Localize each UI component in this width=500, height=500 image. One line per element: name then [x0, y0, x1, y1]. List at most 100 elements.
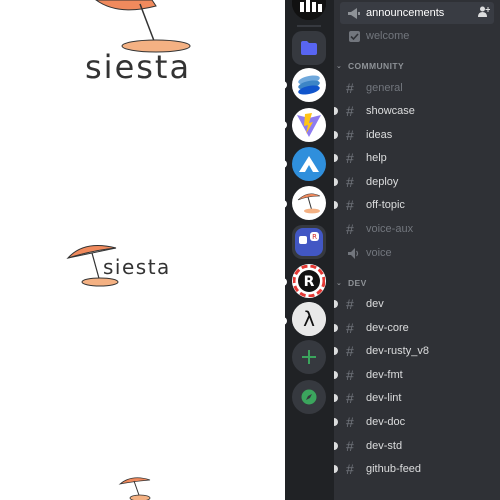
siesta-logo-medium-text: siesta [103, 255, 171, 279]
unread-indicator [334, 154, 338, 162]
unread-indicator [334, 178, 338, 186]
chevron-down-icon: ⌄ [336, 63, 343, 70]
unread-indicator [334, 324, 338, 332]
category-label: DEV [348, 278, 367, 288]
rust-logo-icon: R [293, 265, 325, 297]
server-folder-button[interactable] [292, 31, 326, 65]
channel-label: github-feed [366, 463, 422, 475]
hash-icon: # [346, 414, 354, 430]
hash-icon: # [346, 197, 354, 213]
megaphone-icon [346, 7, 362, 19]
unread-indicator [334, 418, 338, 426]
channel-deploy[interactable]: # deploy [334, 171, 494, 193]
umbrella-logo-small-icon [118, 477, 151, 500]
channel-voice[interactable]: voice [340, 242, 494, 264]
unread-pill [283, 160, 287, 168]
add-member-icon[interactable] [478, 6, 491, 20]
unread-pill [283, 278, 287, 286]
server-rust-button[interactable]: R [292, 264, 326, 298]
channel-off-topic[interactable]: # off-topic [334, 194, 494, 216]
channel-label: general [366, 82, 403, 94]
explore-servers-button[interactable] [292, 380, 326, 414]
hash-icon: # [346, 438, 354, 454]
channel-label: ideas [366, 129, 393, 141]
hash-icon: # [346, 367, 354, 383]
channel-welcome[interactable]: welcome [340, 25, 494, 47]
channel-general[interactable]: # general [340, 77, 494, 99]
rules-checkbox-icon [346, 30, 362, 42]
channel-label: welcome [366, 30, 410, 42]
hash-icon: # [346, 390, 354, 406]
unread-pill [283, 81, 287, 89]
hash-icon: # [346, 127, 354, 143]
server-rail: R R λ [283, 0, 334, 500]
channel-label: dev-std [366, 440, 403, 452]
category-dev[interactable]: ⌄ DEV [336, 278, 367, 288]
add-server-button[interactable] [292, 340, 326, 374]
hash-icon: # [346, 150, 354, 166]
image-canvas: siesta siesta [0, 0, 285, 500]
unread-indicator [334, 131, 338, 139]
channel-help[interactable]: # help [334, 147, 494, 169]
hash-icon: # [346, 103, 354, 119]
pixel-avatar-icon [292, 0, 326, 20]
channel-label: announcements [366, 7, 445, 19]
channel-announcements[interactable]: announcements [340, 2, 494, 24]
channel-label: showcase [366, 105, 415, 117]
channel-label: dev-fmt [366, 369, 403, 381]
unread-pill [283, 317, 287, 325]
channel-ideas[interactable]: # ideas [334, 124, 494, 146]
svg-text:R: R [312, 233, 317, 241]
server-mountain-button[interactable] [292, 147, 326, 181]
vite-logo-icon [297, 113, 321, 137]
server-deno-button[interactable] [292, 68, 326, 102]
chevron-down-icon: ⌄ [336, 280, 343, 287]
unread-indicator [334, 442, 338, 450]
channel-github-feed[interactable]: # github-feed [334, 458, 494, 480]
unread-pill [283, 200, 287, 208]
channel-label: dev-core [366, 322, 409, 334]
channel-label: dev-doc [366, 416, 406, 428]
server-vite-button[interactable] [292, 108, 326, 142]
hash-icon: # [346, 80, 354, 96]
server-lambda-button[interactable]: λ [292, 302, 326, 336]
unread-indicator [334, 371, 338, 379]
channel-label: dev [366, 298, 384, 310]
category-label: COMMUNITY [348, 61, 405, 71]
channel-label: dev-lint [366, 392, 402, 404]
channel-dev-doc[interactable]: # dev-doc [334, 411, 494, 433]
apps-logo-icon: R [295, 228, 323, 256]
lambda-logo-icon: λ [292, 302, 326, 336]
channel-label: voice [366, 247, 392, 259]
hash-icon: # [346, 296, 354, 312]
channel-dev-core[interactable]: # dev-core [334, 317, 494, 339]
hash-icon: # [346, 320, 354, 336]
unread-pill [283, 121, 287, 129]
category-community[interactable]: ⌄ COMMUNITY [336, 61, 404, 71]
unread-indicator [334, 465, 338, 473]
channel-dev[interactable]: # dev [334, 293, 494, 315]
hash-icon: # [346, 343, 354, 359]
unread-indicator [334, 107, 338, 115]
folder-icon [301, 41, 317, 55]
unread-indicator [334, 201, 338, 209]
channel-dev-fmt[interactable]: # dev-fmt [334, 364, 494, 386]
siesta-logo-large-text: siesta [85, 48, 192, 86]
hash-icon: # [346, 221, 354, 237]
channel-label: dev-rusty_v8 [366, 345, 429, 357]
plus-icon [302, 350, 316, 364]
svg-text:λ: λ [303, 307, 315, 331]
server-top-partial[interactable] [292, 0, 326, 20]
channel-voice-aux[interactable]: # voice-aux [340, 218, 494, 240]
server-apps-button[interactable]: R [292, 225, 326, 259]
server-siesta-button[interactable] [292, 186, 326, 220]
umbrella-logo-icon [297, 193, 321, 214]
layers-logo-icon [298, 75, 320, 95]
channel-dev-rusty-v8[interactable]: # dev-rusty_v8 [334, 340, 494, 362]
channel-dev-std[interactable]: # dev-std [334, 435, 494, 457]
channel-dev-lint[interactable]: # dev-lint [334, 387, 494, 409]
unread-indicator [334, 394, 338, 402]
hash-icon: # [346, 461, 354, 477]
unread-indicator [334, 300, 338, 308]
channel-showcase[interactable]: # showcase [334, 100, 494, 122]
